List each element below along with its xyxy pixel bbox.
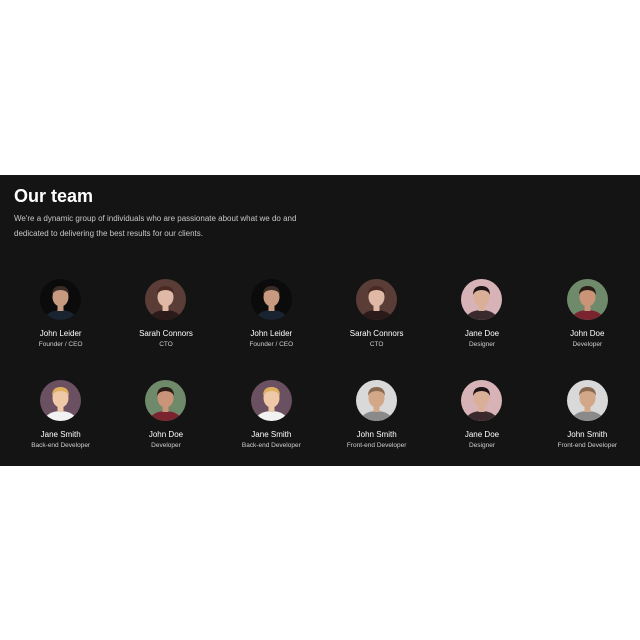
member-role: Front-end Developer bbox=[346, 442, 407, 449]
team-grid: John Leider Founder / CEO Sarah Connors CTO… bbox=[8, 279, 640, 481]
team-member-card[interactable]: Jane Smith Back-end Developer bbox=[219, 380, 324, 481]
jane-doe-avatar bbox=[461, 380, 503, 421]
section-title: Our team bbox=[14, 186, 94, 206]
member-name: John Leider bbox=[250, 329, 293, 338]
jane-doe-avatar bbox=[461, 279, 503, 320]
team-member-card[interactable]: Jane Smith Back-end Developer bbox=[8, 380, 113, 481]
member-name: Jane Smith bbox=[40, 430, 81, 439]
intro-line-1: We're a dynamic group of individuals who… bbox=[14, 214, 297, 223]
intro-line-2: dedicated to delivering the best results… bbox=[14, 229, 203, 238]
member-name: Jane Smith bbox=[251, 430, 292, 439]
member-role: Designer bbox=[468, 442, 495, 449]
team-member-card[interactable]: John Smith Front-end Developer bbox=[535, 380, 640, 481]
team-member-card[interactable]: John Leider Founder / CEO bbox=[219, 279, 324, 380]
member-name: Jane Doe bbox=[464, 329, 500, 338]
john-doe-avatar bbox=[145, 380, 187, 421]
member-role: Back-end Developer bbox=[241, 442, 301, 449]
member-role: Founder / CEO bbox=[249, 341, 294, 348]
member-name: Jane Doe bbox=[464, 430, 500, 439]
member-name: John Smith bbox=[356, 430, 397, 439]
sarah-connors-avatar bbox=[356, 279, 398, 320]
member-role: Designer bbox=[468, 341, 495, 348]
john-leider-avatar bbox=[250, 279, 292, 320]
jane-smith-avatar bbox=[250, 380, 292, 421]
member-name: John Leider bbox=[39, 329, 82, 338]
member-role: Founder / CEO bbox=[38, 341, 83, 348]
member-name: John Doe bbox=[148, 430, 184, 439]
member-name: Sarah Connors bbox=[139, 329, 193, 338]
member-name: John Smith bbox=[567, 430, 608, 439]
team-section: Our team We're a dynamic group of indivi… bbox=[0, 175, 640, 466]
jane-smith-avatar bbox=[40, 380, 82, 421]
john-doe-avatar bbox=[566, 279, 608, 320]
team-member-card[interactable]: Jane Doe Designer bbox=[429, 380, 534, 481]
section-intro: We're a dynamic group of individuals who… bbox=[14, 211, 334, 241]
member-role: Developer bbox=[151, 442, 181, 449]
member-role: CTO bbox=[159, 341, 173, 348]
member-name: Sarah Connors bbox=[349, 329, 404, 338]
member-role: Front-end Developer bbox=[557, 442, 618, 449]
sarah-connors-avatar bbox=[145, 279, 187, 320]
team-member-card[interactable]: Sarah Connors CTO bbox=[324, 279, 429, 380]
team-member-card[interactable]: John Doe Developer bbox=[535, 279, 640, 380]
team-member-card[interactable]: Sarah Connors CTO bbox=[113, 279, 218, 380]
team-member-card[interactable]: Jane Doe Designer bbox=[429, 279, 534, 380]
john-leider-avatar bbox=[40, 279, 82, 320]
team-member-card[interactable]: John Smith Front-end Developer bbox=[324, 380, 429, 481]
member-role: Back-end Developer bbox=[31, 442, 91, 449]
member-name: John Doe bbox=[570, 329, 605, 338]
team-member-card[interactable]: John Leider Founder / CEO bbox=[8, 279, 113, 380]
john-smith-avatar bbox=[356, 380, 398, 421]
member-role: Developer bbox=[572, 341, 603, 348]
team-member-card[interactable]: John Doe Developer bbox=[113, 380, 218, 481]
member-role: CTO bbox=[369, 341, 384, 348]
john-smith-avatar bbox=[566, 380, 608, 421]
